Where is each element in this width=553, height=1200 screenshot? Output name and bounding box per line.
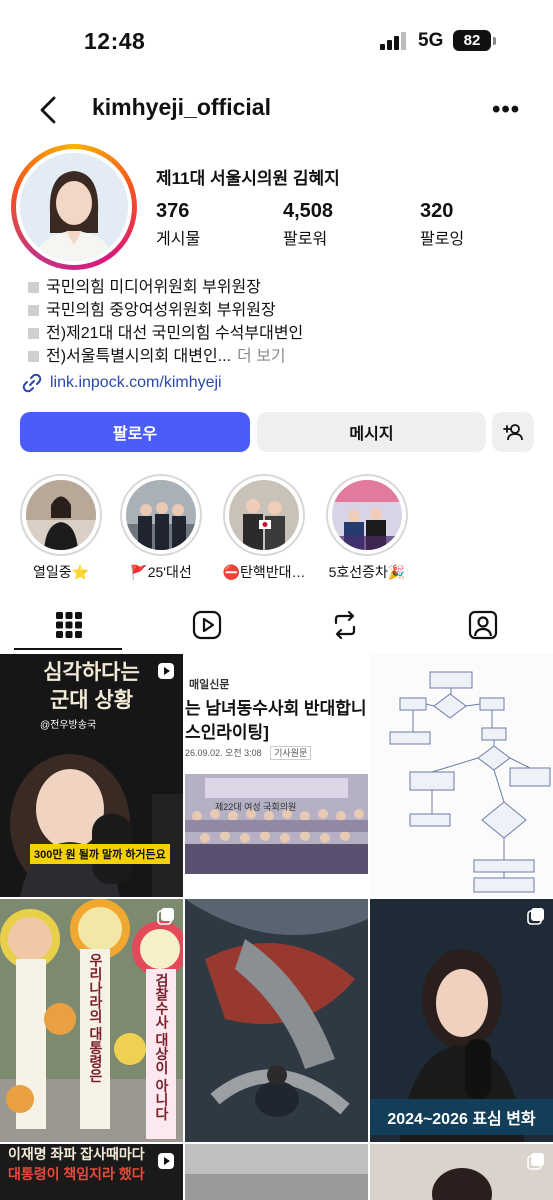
more-dots-icon[interactable]: ••• bbox=[492, 96, 520, 124]
stat-posts[interactable]: 376 게시물 bbox=[156, 200, 200, 249]
repost-icon[interactable] bbox=[330, 610, 360, 640]
signal-icon bbox=[380, 32, 406, 50]
highlight-cover bbox=[126, 480, 196, 550]
story-ring[interactable] bbox=[11, 144, 137, 270]
post-headline: 는 남녀동수사회 반대합니 bbox=[185, 699, 367, 718]
post-headline: 스인라이팅] bbox=[185, 723, 269, 742]
highlight-item[interactable]: 🚩25'대선 bbox=[120, 474, 202, 582]
avatar[interactable] bbox=[20, 153, 128, 261]
battery-icon: 82 bbox=[453, 30, 491, 51]
stat-followers-label: 팔로워 bbox=[283, 231, 328, 248]
add-person-icon bbox=[503, 424, 523, 441]
bullet-square-icon bbox=[28, 305, 39, 316]
profile-full-name: 제11대 서울시의원 김혜지 bbox=[156, 169, 340, 188]
post-title-line: 군대 상황 bbox=[49, 689, 134, 712]
post-title-line: 이재명 좌파 잡사때마다 bbox=[8, 1146, 145, 1162]
highlight-cover bbox=[332, 480, 402, 550]
highlight-label: 5호선증차🎉 bbox=[328, 564, 406, 580]
post-meta-date: 26.09.02. 오전 3:08 bbox=[185, 748, 262, 758]
carousel-icon bbox=[527, 1153, 544, 1170]
profile-link[interactable]: link.inpock.com/kimhyeji bbox=[22, 373, 222, 393]
post-illustration bbox=[185, 899, 368, 1142]
battery-level: 82 bbox=[463, 32, 481, 49]
post-thumbnail[interactable]: 심각하다는 군대 상황 @전우방송국 300만 원 될까 말까 하거든요 bbox=[0, 654, 183, 897]
post-ribbon-text: 우리나라의 대통령은 bbox=[88, 953, 104, 1083]
highlight-item[interactable]: 열일중⭐ bbox=[20, 474, 102, 582]
highlight-cover bbox=[26, 480, 96, 550]
post-thumbnail[interactable] bbox=[370, 1144, 553, 1200]
post-caption: 300만 원 될까 말까 하거든요 bbox=[30, 844, 170, 864]
profile-link-text: link.inpock.com/kimhyeji bbox=[50, 374, 222, 391]
post-thumbnail[interactable] bbox=[185, 899, 368, 1142]
highlight-item[interactable]: 5호선증차🎉 bbox=[326, 474, 408, 582]
reels-icon bbox=[158, 1153, 174, 1169]
bio-more-link[interactable]: 더 보기 bbox=[237, 345, 286, 368]
profile-bio: 국민의힘 미디어위원회 부위원장 국민의힘 중앙여성위원회 부위원장 전)제21… bbox=[28, 276, 303, 368]
bullet-square-icon bbox=[28, 351, 39, 362]
battery-tip bbox=[493, 37, 496, 45]
link-icon bbox=[22, 373, 42, 393]
status-time: 12:48 bbox=[84, 28, 146, 54]
stat-following-label: 팔로잉 bbox=[420, 231, 465, 248]
post-title-line: 심각하다는 bbox=[43, 661, 140, 684]
follow-button[interactable]: 팔로우 bbox=[20, 412, 250, 452]
highlight-label: ⛔탄핵반대… bbox=[222, 564, 306, 580]
post-thumbnail[interactable] bbox=[370, 654, 553, 897]
bio-line: 국민의힘 미디어위원회 부위원장 bbox=[46, 279, 261, 296]
stat-posts-value: 376 bbox=[156, 200, 190, 222]
post-thumbnail[interactable]: 우리나라의 대통령은 검찰수사 대상이 아니다 bbox=[0, 899, 183, 1142]
highlight-item[interactable]: ⛔탄핵반대… bbox=[223, 474, 305, 582]
post-title-line: 대통령이 책임지라 했다 bbox=[8, 1166, 145, 1182]
post-thumbnail[interactable]: 매일신문 는 남녀동수사회 반대합니 스인라이팅] 26.09.02. 오전 3… bbox=[185, 654, 368, 897]
stat-following[interactable]: 320 팔로잉 bbox=[420, 200, 464, 249]
carousel-icon bbox=[527, 908, 544, 925]
post-news-source: 매일신문 bbox=[189, 679, 230, 691]
post-flowchart bbox=[370, 654, 553, 897]
stat-posts-label: 게시물 bbox=[156, 231, 201, 248]
highlight-label: 열일중⭐ bbox=[32, 564, 90, 580]
highlight-cover bbox=[229, 480, 299, 550]
post-meta: 26.09.02. 오전 3:08 기사원문 bbox=[185, 746, 312, 760]
stat-following-value: 320 bbox=[420, 200, 454, 222]
bio-line: 전)서울특별시의회 대변인... bbox=[46, 348, 232, 365]
add-person-button[interactable] bbox=[492, 412, 534, 452]
active-tab-indicator bbox=[14, 648, 122, 650]
tagged-person-icon[interactable] bbox=[468, 610, 498, 640]
post-ribbon-text: 검찰수사 대상이 아니다 bbox=[154, 973, 170, 1121]
profile-username: kimhyeji_official bbox=[92, 94, 271, 120]
message-button[interactable]: 메시지 bbox=[257, 412, 486, 452]
post-meta-badge: 기사원문 bbox=[270, 746, 312, 760]
carousel-icon bbox=[157, 908, 174, 925]
post-thumbnail[interactable] bbox=[185, 1144, 368, 1200]
post-banner-text: 제22대 여성 국회의원 bbox=[215, 802, 297, 812]
highlight-label: 🚩25'대선 bbox=[130, 564, 192, 580]
bio-line: 전)제21대 대선 국민의힘 수석부대변인 bbox=[46, 325, 304, 342]
post-caption: 2024~2026 표심 변화 bbox=[370, 1099, 553, 1135]
stat-followers-value: 4,508 bbox=[283, 200, 334, 222]
chevron-left-icon[interactable] bbox=[36, 94, 60, 126]
status-bar: 12:48 5G 82 bbox=[0, 0, 553, 80]
bullet-square-icon bbox=[28, 282, 39, 293]
network-type: 5G bbox=[418, 30, 444, 51]
bullet-square-icon bbox=[28, 328, 39, 339]
post-thumbnail[interactable]: 이재명 좌파 잡사때마다 대통령이 책임지라 했다 bbox=[0, 1144, 183, 1200]
grid-icon[interactable] bbox=[54, 610, 84, 640]
stat-followers[interactable]: 4,508 팔로워 bbox=[283, 200, 333, 249]
post-tag: @전우방송국 bbox=[40, 720, 97, 731]
post-group-photo bbox=[185, 774, 368, 874]
reels-icon bbox=[158, 663, 174, 679]
bio-line: 국민의힘 중앙여성위원회 부위원장 bbox=[46, 302, 276, 319]
reels-icon[interactable] bbox=[192, 610, 222, 640]
post-thumbnail[interactable]: 2024~2026 표심 변화 bbox=[370, 899, 553, 1142]
profile-tabs bbox=[0, 600, 553, 652]
